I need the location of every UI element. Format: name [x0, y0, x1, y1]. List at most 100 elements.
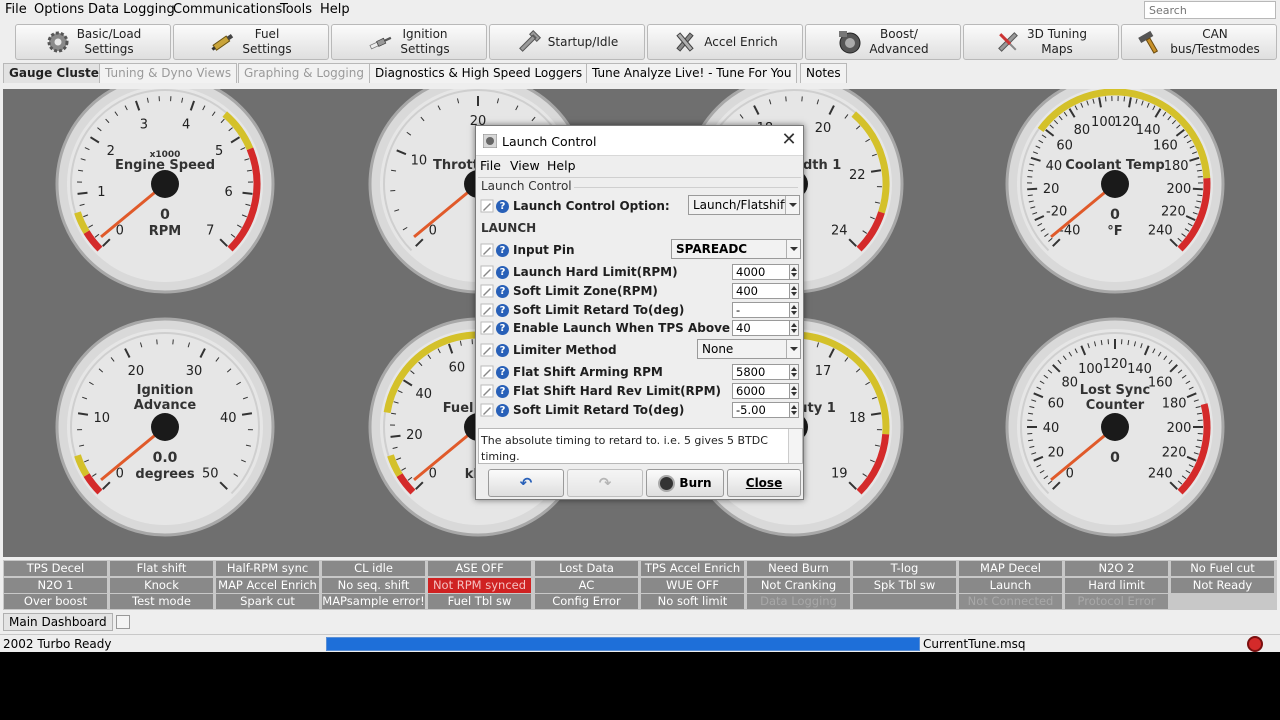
pencil-icon[interactable] [480, 199, 494, 213]
gauge-tick-label: 40 [416, 387, 433, 402]
field-input[interactable] [732, 302, 796, 318]
help-text: The absolute timing to retard to. i.e. 5… [481, 434, 768, 463]
redo-button[interactable]: ↷ [567, 469, 643, 497]
new-dashboard-icon[interactable] [116, 615, 130, 629]
help-icon[interactable]: ? [496, 343, 509, 357]
dialog-menu-help[interactable]: Help [547, 158, 576, 173]
pencil-icon[interactable] [480, 284, 494, 298]
pencil-icon[interactable] [480, 384, 494, 398]
tb-label: Startup/Idle [547, 34, 619, 49]
gauge-tick-label: 80 [1061, 376, 1078, 391]
gauge-tick-label: 19 [831, 466, 848, 481]
ignition-settings-button[interactable]: Ignition Settings [331, 24, 487, 60]
accel-enrich-button[interactable]: Accel Enrich [647, 24, 803, 60]
can-bus-testmodes-button[interactable]: CAN bus/Testmodes [1121, 24, 1277, 60]
launch-control-option-select[interactable]: Launch/Flatshift [688, 195, 800, 215]
field-input[interactable] [732, 364, 796, 380]
indicator-cl-idle: CL idle [322, 561, 425, 576]
gauge-tick-label: 160 [1148, 376, 1173, 391]
indicator-half-rpm-sync: Half-RPM sync [216, 561, 319, 576]
gear-icon [45, 29, 71, 55]
help-icon[interactable]: ? [496, 199, 509, 213]
help-icon[interactable]: ? [496, 321, 509, 335]
boost-advanced-button[interactable]: Boost/ Advanced [805, 24, 961, 60]
field-input[interactable] [732, 383, 796, 399]
spinner-arrows[interactable] [789, 383, 799, 399]
dialog-menu-view[interactable]: View [510, 158, 540, 173]
menu-tools[interactable]: Tools [278, 2, 314, 17]
tab-diagnostics[interactable]: Diagnostics & High Speed Loggers [369, 63, 589, 83]
spinner-arrows[interactable] [789, 364, 799, 380]
bottom-tabs: Main Dashboard [0, 612, 1280, 632]
help-icon[interactable]: ? [496, 284, 509, 298]
pencil-icon[interactable] [480, 265, 494, 279]
menu-communications[interactable]: Communications [171, 2, 284, 17]
tab-graphing-logging[interactable]: Graphing & Logging [238, 63, 370, 83]
basic-load-settings-button[interactable]: Basic/Load Settings [15, 24, 171, 60]
help-icon[interactable]: ? [496, 265, 509, 279]
spinner-arrows[interactable] [789, 320, 799, 336]
help-icon[interactable]: ? [496, 403, 509, 417]
search-input[interactable] [1144, 1, 1276, 19]
toolbar: Basic/Load Settings Fuel Settings Igniti… [0, 22, 1280, 62]
indicator-map-accel-enrich: MAP Accel Enrich [216, 577, 319, 593]
gauge-tick-label: 3 [140, 118, 148, 133]
pencil-icon[interactable] [480, 303, 494, 317]
tab-notes[interactable]: Notes [800, 63, 847, 83]
menu-options[interactable]: Options [32, 2, 86, 17]
indicator-not-rpm-synced: Not RPM synced [428, 577, 531, 593]
input-pin-select[interactable]: SPAREADC [671, 239, 801, 259]
tab-gauge-cluster[interactable]: Gauge Cluster [3, 63, 111, 83]
3d-tuning-maps-button[interactable]: 3D Tuning Maps [963, 24, 1119, 60]
field-input[interactable] [732, 264, 796, 280]
help-icon[interactable]: ? [496, 365, 509, 379]
tab-tuning-dyno-views[interactable]: Tuning & Dyno Views [99, 63, 238, 83]
gauge-tick-label: 120 [1103, 357, 1128, 372]
burn-button[interactable]: Burn [646, 469, 724, 497]
gauge-tick-label: 18 [849, 411, 866, 426]
close-icon[interactable]: ✕ [778, 129, 800, 151]
chevron-down-icon [786, 340, 800, 358]
menu-file[interactable]: File [3, 2, 29, 17]
spinner-arrows[interactable] [789, 302, 799, 318]
spinner-arrows[interactable] [789, 402, 799, 418]
indicator-not-ready: Not Ready [1171, 577, 1274, 593]
help-scrollbar[interactable] [788, 429, 802, 463]
indicator-not-connected: Not Connected [959, 594, 1062, 609]
pencil-icon[interactable] [480, 243, 494, 257]
gauge-tick-label: 200 [1166, 182, 1191, 197]
indicator-empty [1171, 594, 1274, 609]
field-label: Soft Limit Retard To(deg) [513, 403, 685, 417]
gauge-title: Counter [1086, 398, 1145, 413]
tab-tune-analyze[interactable]: Tune Analyze Live! - Tune For You [586, 63, 798, 83]
spinner-arrows[interactable] [789, 283, 799, 299]
pencil-icon[interactable] [480, 343, 494, 357]
help-icon[interactable]: ? [496, 243, 509, 257]
tab-main-dashboard[interactable]: Main Dashboard [3, 613, 113, 631]
dialog-titlebar[interactable]: Launch Control ✕ [476, 126, 803, 156]
indicator-map-decel: MAP Decel [959, 561, 1062, 576]
gauge-tick-label: 20 [406, 428, 423, 443]
pencil-icon[interactable] [480, 321, 494, 335]
menu-data-logging[interactable]: Data Logging [86, 2, 177, 17]
indicator-not-cranking: Not Cranking [747, 577, 850, 593]
pencil-icon[interactable] [480, 403, 494, 417]
injector-icon [210, 29, 236, 55]
startup-idle-button[interactable]: Startup/Idle [489, 24, 645, 60]
help-icon[interactable]: ? [496, 303, 509, 317]
field-input[interactable] [732, 283, 796, 299]
dialog-menu-file[interactable]: File [480, 158, 501, 173]
indicator-empty [853, 594, 956, 609]
close-button[interactable]: Close [727, 469, 801, 497]
gauge-tick-label: 100 [1078, 362, 1103, 377]
fuel-settings-button[interactable]: Fuel Settings [173, 24, 329, 60]
pencil-icon[interactable] [480, 365, 494, 379]
undo-button[interactable]: ↶ [488, 469, 564, 497]
field-input[interactable] [732, 402, 796, 418]
gauge-tick-label: 7 [206, 223, 214, 238]
help-icon[interactable]: ? [496, 384, 509, 398]
limiter-method-select[interactable]: None [697, 339, 801, 359]
field-input[interactable] [732, 320, 796, 336]
spinner-arrows[interactable] [789, 264, 799, 280]
menu-help[interactable]: Help [318, 2, 352, 17]
